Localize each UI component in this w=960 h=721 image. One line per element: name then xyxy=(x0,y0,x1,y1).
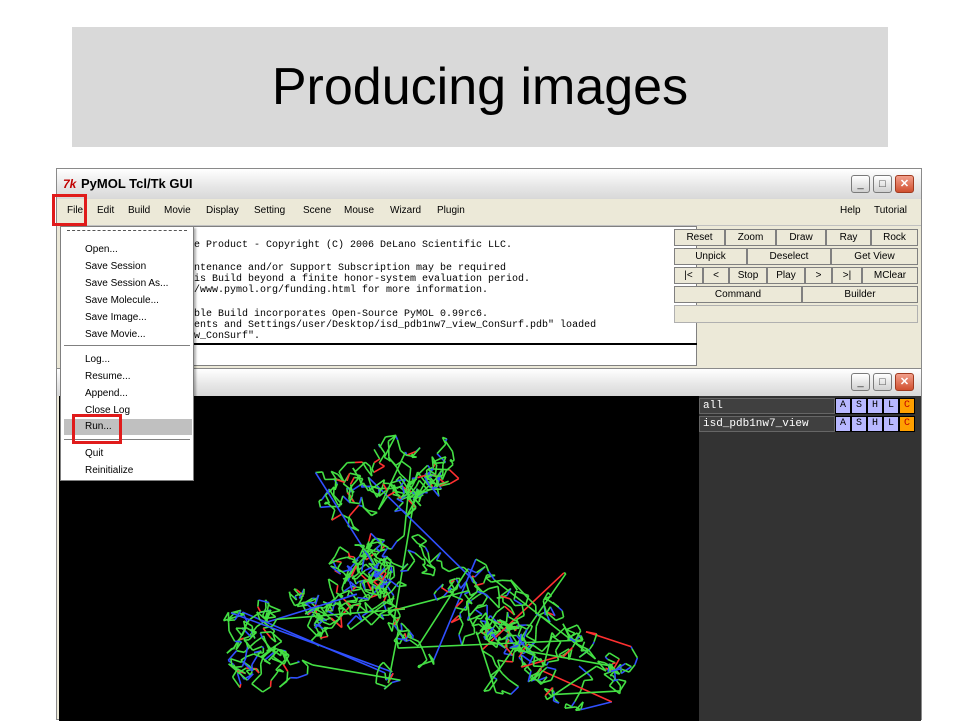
console-line: ments and Settings/user/Desktop/isd_pdb1… xyxy=(188,320,596,331)
menu-scene[interactable]: Scene xyxy=(303,205,331,216)
menu-item-open[interactable]: Open... xyxy=(85,244,118,255)
menu-plugin[interactable]: Plugin xyxy=(437,205,465,216)
menu-separator xyxy=(64,345,190,347)
reset-button[interactable]: Reset xyxy=(674,229,725,246)
object-hide-button[interactable]: H xyxy=(867,398,883,414)
rock-button[interactable]: Rock xyxy=(871,229,918,246)
play-button[interactable]: Play xyxy=(767,267,805,284)
object-action-button[interactable]: A xyxy=(835,398,851,414)
object-row-all[interactable]: all A S H L C xyxy=(699,398,921,414)
command-button[interactable]: Command xyxy=(674,286,802,303)
run-item-highlight xyxy=(72,414,122,444)
console-line: his Build beyond a finite honor-system e… xyxy=(188,274,530,285)
menu-build[interactable]: Build xyxy=(128,205,150,216)
deselect-button[interactable]: Deselect xyxy=(747,248,831,265)
viewer-maximize-button[interactable]: □ xyxy=(873,373,892,391)
object-color-button[interactable]: C xyxy=(899,398,915,414)
menu-item-append[interactable]: Append... xyxy=(85,388,128,399)
viewer-minimize-button[interactable]: _ xyxy=(851,373,870,391)
forward-button[interactable]: > xyxy=(805,267,832,284)
menu-item-save-session-as[interactable]: Save Session As... xyxy=(85,278,168,289)
menu-item-save-molecule[interactable]: Save Molecule... xyxy=(85,295,159,306)
rewind-button[interactable]: |< xyxy=(674,267,703,284)
console-line: able Build incorporates Open-Source PyMO… xyxy=(188,309,488,320)
unpick-button[interactable]: Unpick xyxy=(674,248,747,265)
zoom-button[interactable]: Zoom xyxy=(725,229,776,246)
viewer-close-button[interactable]: ✕ xyxy=(895,373,914,391)
object-show-button[interactable]: S xyxy=(851,398,867,414)
get-view-button[interactable]: Get View xyxy=(831,248,918,265)
object-label-button[interactable]: L xyxy=(883,398,899,414)
menu-display[interactable]: Display xyxy=(206,205,239,216)
ray-button[interactable]: Ray xyxy=(826,229,871,246)
menu-item-log[interactable]: Log... xyxy=(85,354,110,365)
menu-item-save-image[interactable]: Save Image... xyxy=(85,312,147,323)
menu-mouse[interactable]: Mouse xyxy=(344,205,374,216)
object-row-isd[interactable]: isd_pdb1nw7_view A S H L C xyxy=(699,416,921,432)
console-line: ve Product - Copyright (C) 2006 DeLano S… xyxy=(188,240,512,251)
builder-button[interactable]: Builder xyxy=(802,286,918,303)
object-label-button[interactable]: L xyxy=(883,416,899,432)
menu-item-quit[interactable]: Quit xyxy=(85,448,103,459)
menu-tearoff[interactable] xyxy=(67,230,187,231)
menu-item-save-session[interactable]: Save Session xyxy=(85,261,146,272)
draw-button[interactable]: Draw xyxy=(776,229,826,246)
object-panel: all A S H L C isd_pdb1nw7_view A S H L C xyxy=(699,396,921,721)
menu-help[interactable]: Help xyxy=(840,205,861,216)
console-line: intenance and/or Support Subscription ma… xyxy=(188,263,506,274)
command-entry[interactable] xyxy=(674,305,918,323)
stop-button[interactable]: Stop xyxy=(729,267,767,284)
menu-item-save-movie[interactable]: Save Movie... xyxy=(85,329,146,340)
file-menu-highlight xyxy=(52,194,87,226)
tk-app-icon: 7k xyxy=(63,177,76,191)
object-name[interactable]: isd_pdb1nw7_view xyxy=(699,416,835,432)
console-line: //www.pymol.org/funding.html for more in… xyxy=(188,285,488,296)
console-line: ew_ConSurf". xyxy=(188,331,260,342)
object-name[interactable]: all xyxy=(699,398,835,414)
console-output[interactable]: ve Product - Copyright (C) 2006 DeLano S… xyxy=(187,226,697,366)
menu-edit[interactable]: Edit xyxy=(97,205,114,216)
menu-item-reinitialize[interactable]: Reinitialize xyxy=(85,465,133,476)
molecule-bonds xyxy=(224,435,638,710)
minimize-button[interactable]: _ xyxy=(851,175,870,193)
button-panel: Reset Zoom Draw Ray Rock Unpick Deselect… xyxy=(674,229,918,359)
console-divider xyxy=(187,343,697,345)
object-action-button[interactable]: A xyxy=(835,416,851,432)
end-button[interactable]: >| xyxy=(832,267,862,284)
mclear-button[interactable]: MClear xyxy=(862,267,918,284)
back-button[interactable]: < xyxy=(703,267,729,284)
menu-wizard[interactable]: Wizard xyxy=(390,205,421,216)
gui-titlebar[interactable]: 7k PyMOL Tcl/Tk GUI _ □ ✕ xyxy=(57,169,921,200)
object-color-button[interactable]: C xyxy=(899,416,915,432)
object-show-button[interactable]: S xyxy=(851,416,867,432)
menu-tutorial[interactable]: Tutorial xyxy=(874,205,907,216)
menu-movie[interactable]: Movie xyxy=(164,205,191,216)
slide-title: Producing images xyxy=(272,57,688,117)
close-button[interactable]: ✕ xyxy=(895,175,914,193)
object-hide-button[interactable]: H xyxy=(867,416,883,432)
slide-title-box: Producing images xyxy=(72,27,888,147)
maximize-button[interactable]: □ xyxy=(873,175,892,193)
gui-window-title: PyMOL Tcl/Tk GUI xyxy=(81,176,192,191)
menu-item-resume[interactable]: Resume... xyxy=(85,371,131,382)
menubar: File Edit Build Movie Display Setting Sc… xyxy=(57,199,921,226)
menu-setting[interactable]: Setting xyxy=(254,205,285,216)
